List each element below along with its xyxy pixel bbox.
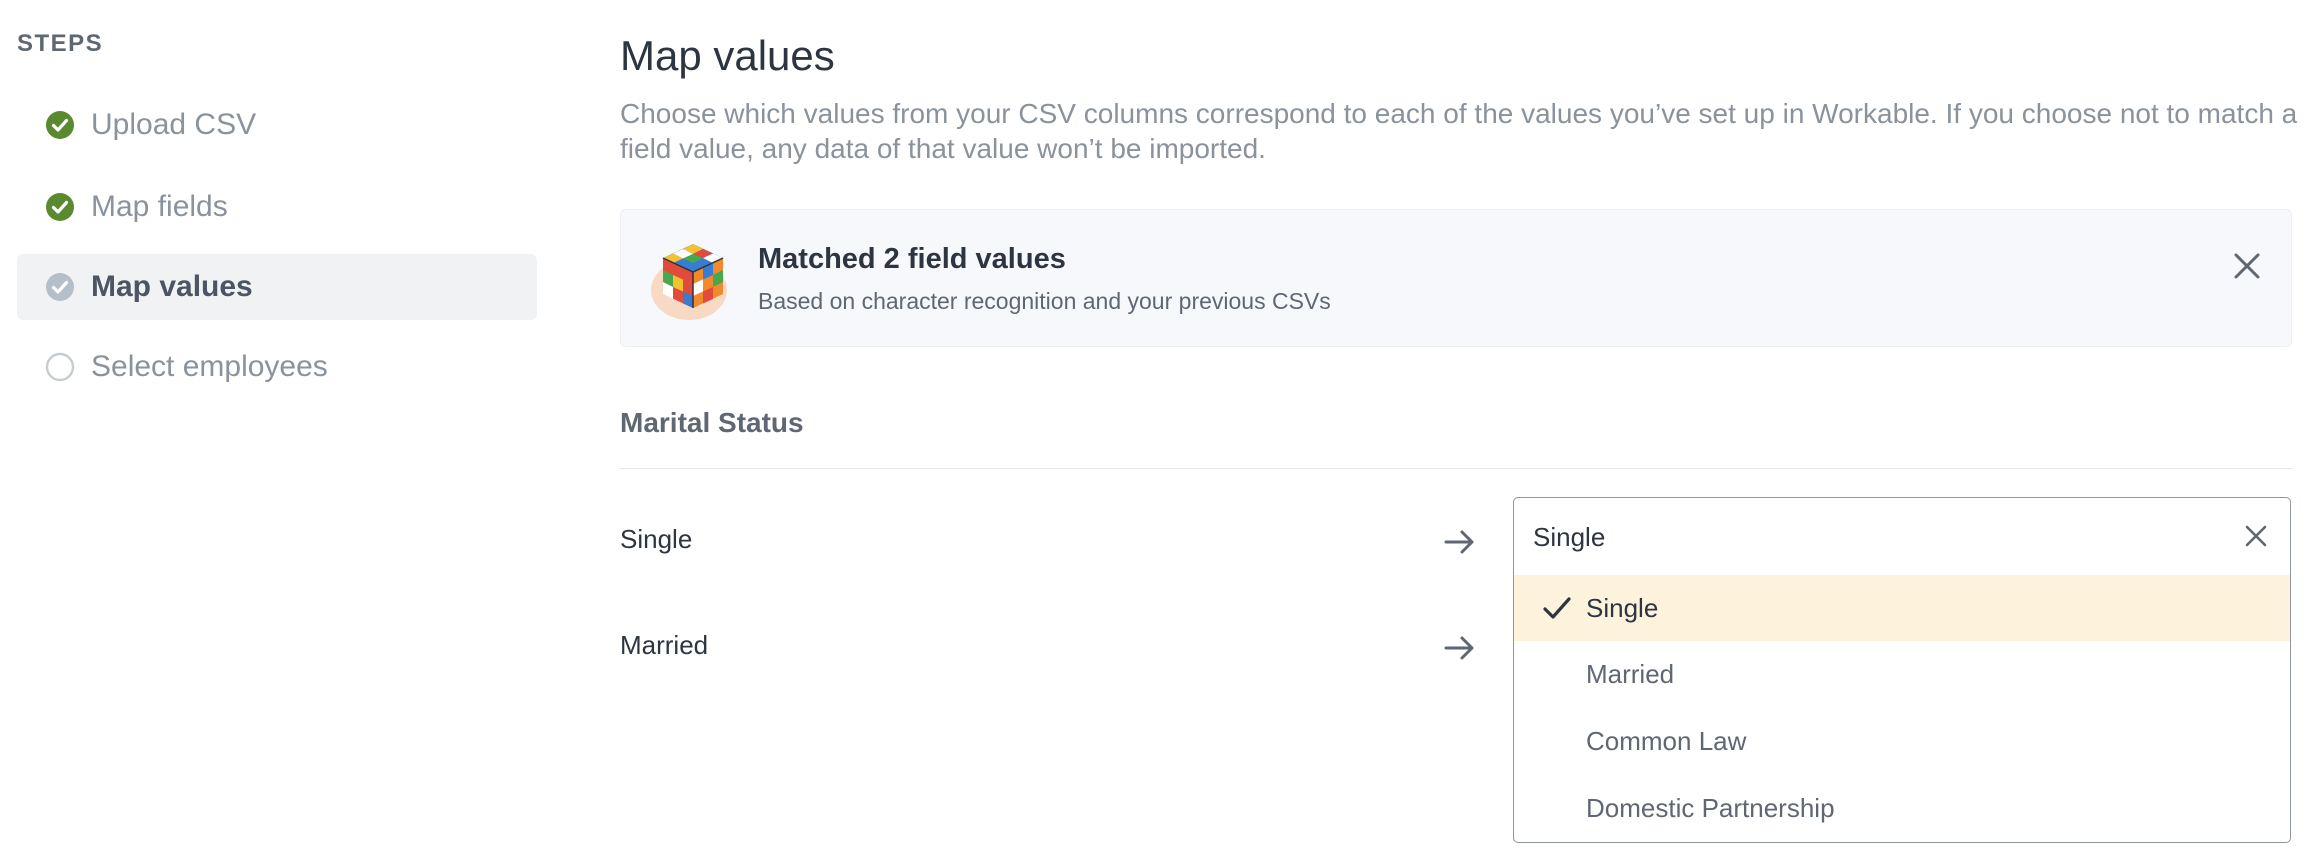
option-domestic-partnership[interactable]: Domestic Partnership	[1514, 775, 2290, 841]
option-label: Married	[1586, 658, 1675, 689]
option-single[interactable]: Single	[1514, 575, 2290, 641]
arrow-right-icon	[1440, 628, 1480, 668]
option-common-law[interactable]: Common Law	[1514, 708, 2290, 774]
main-content: Map values Choose which values from your…	[620, 0, 2297, 866]
option-label: Single	[1586, 592, 1659, 623]
steps-sidebar: STEPS Upload CSV Map fields Map values S…	[0, 0, 560, 866]
page-description: Choose which values from your CSV column…	[620, 98, 2298, 164]
empty-circle-icon	[45, 352, 75, 382]
banner-subtitle: Based on character recognition and your …	[758, 288, 1331, 314]
banner-close-button[interactable]	[2227, 246, 2267, 286]
check-circle-icon	[45, 110, 75, 140]
check-circle-icon	[45, 192, 75, 222]
step-label: Upload CSV	[91, 108, 257, 141]
match-banner: Matched 2 field values Based on characte…	[620, 209, 2292, 347]
source-value: Married	[620, 630, 709, 660]
source-value: Single	[620, 524, 693, 554]
close-icon	[2234, 253, 2260, 279]
close-icon	[2245, 525, 2267, 547]
steps-heading: STEPS	[17, 30, 104, 57]
select-control[interactable]: Single	[1514, 498, 2290, 576]
step-label: Map fields	[91, 190, 228, 223]
clear-selection-button[interactable]	[2238, 518, 2274, 554]
step-map-fields[interactable]: Map fields	[17, 174, 537, 240]
check-circle-icon	[45, 272, 75, 302]
select-value: Single	[1533, 522, 1606, 552]
option-label: Common Law	[1586, 725, 1747, 756]
step-label: Map values	[91, 270, 253, 303]
step-map-values[interactable]: Map values	[17, 254, 537, 320]
option-married[interactable]: Married	[1514, 641, 2290, 707]
section-divider	[620, 468, 2292, 469]
option-label: Domestic Partnership	[1586, 792, 1835, 823]
mapping-row: Married	[620, 622, 1620, 672]
step-label: Select employees	[91, 350, 328, 383]
value-select-dropdown[interactable]: Single Single Married Common Law Domesti…	[1513, 497, 2291, 843]
section-title: Marital Status	[620, 407, 804, 438]
mapping-row: Single	[620, 516, 1620, 566]
page-title: Map values	[620, 32, 835, 79]
banner-title: Matched 2 field values	[758, 243, 1066, 275]
step-select-employees[interactable]: Select employees	[17, 334, 537, 400]
step-upload-csv[interactable]: Upload CSV	[17, 92, 537, 158]
check-icon	[1540, 591, 1574, 625]
rubiks-cube-icon	[649, 238, 737, 322]
arrow-right-icon	[1440, 522, 1480, 562]
